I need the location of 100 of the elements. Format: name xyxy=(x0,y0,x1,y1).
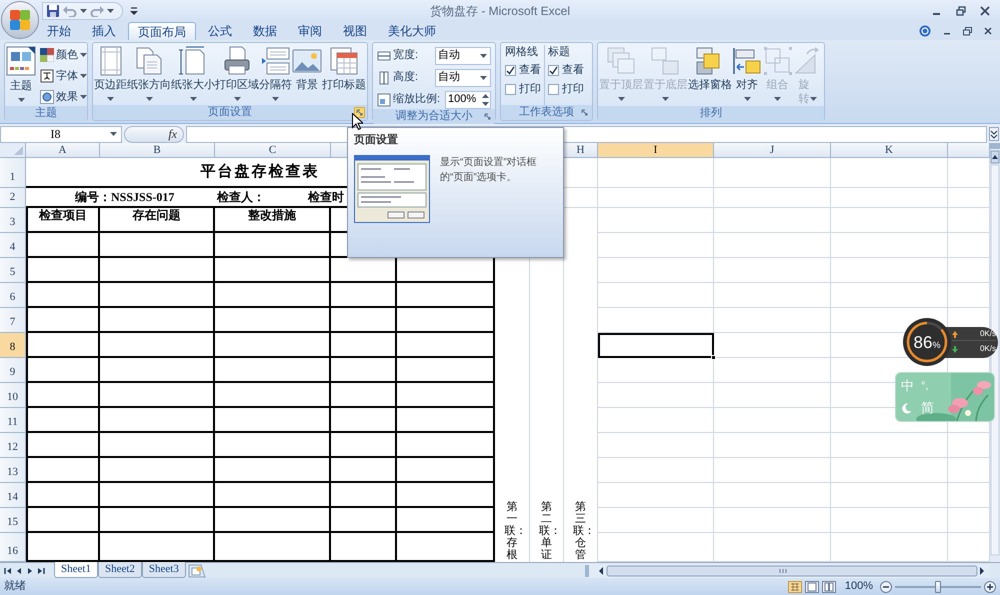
table-cell[interactable] xyxy=(26,308,100,333)
table-cell[interactable] xyxy=(26,408,100,433)
ribbon-tab[interactable]: 插入 xyxy=(83,22,125,40)
row-header[interactable]: 7 xyxy=(0,308,26,333)
checkbox-label[interactable]: 查看 xyxy=(562,62,584,78)
sheet-tab[interactable]: Sheet3 xyxy=(142,562,186,578)
row-header[interactable]: 5 xyxy=(0,258,26,283)
close-icon[interactable] xyxy=(980,6,990,16)
horizontal-scrollbar[interactable] xyxy=(585,564,990,578)
checkbox-label[interactable]: 打印 xyxy=(562,80,584,98)
table-cell[interactable] xyxy=(215,283,331,308)
table-cell[interactable] xyxy=(331,283,397,308)
checkbox-label[interactable]: 查看 xyxy=(519,62,541,78)
ribbon-button[interactable]: 背景 xyxy=(292,45,322,105)
next-sheet-icon[interactable] xyxy=(26,566,34,574)
ribbon-button[interactable]: 颜色 xyxy=(40,46,87,64)
table-cell[interactable] xyxy=(331,333,397,358)
previous-sheet-icon[interactable] xyxy=(15,566,23,574)
ribbon-button[interactable]: 对齐 xyxy=(732,45,762,106)
table-cell[interactable] xyxy=(397,458,495,483)
table-cell[interactable] xyxy=(331,383,397,408)
ribbon-tab[interactable]: 美化大师 xyxy=(379,22,445,40)
table-cell[interactable] xyxy=(100,283,215,308)
column-header[interactable]: B xyxy=(100,143,215,158)
dropdown-field[interactable]: 自动 xyxy=(435,46,491,64)
column-header[interactable]: I xyxy=(598,143,714,158)
table-cell[interactable] xyxy=(100,383,215,408)
table-cell[interactable] xyxy=(215,358,331,383)
table-cell[interactable] xyxy=(100,408,215,433)
table-cell[interactable] xyxy=(215,233,331,258)
checkbox[interactable] xyxy=(548,64,559,76)
checkbox[interactable] xyxy=(505,84,516,94)
ribbon-tab[interactable]: 开始 xyxy=(38,22,80,40)
spin-box[interactable]: 100% xyxy=(445,90,491,108)
table-cell[interactable] xyxy=(100,433,215,458)
first-sheet-icon[interactable] xyxy=(4,566,12,574)
page-break-preview-icon[interactable] xyxy=(822,580,836,592)
table-cell[interactable] xyxy=(331,458,397,483)
table-cell[interactable] xyxy=(26,358,100,383)
ribbon-button[interactable]: 效果 xyxy=(40,88,87,106)
sheet-tab[interactable]: Sheet1 xyxy=(54,562,98,578)
ribbon-button[interactable]: 打印标题 xyxy=(322,45,366,105)
row-header[interactable]: 12 xyxy=(0,433,26,458)
table-cell[interactable] xyxy=(26,508,100,533)
column-header[interactable]: K xyxy=(831,143,948,158)
table-cell[interactable] xyxy=(331,308,397,333)
table-cell[interactable] xyxy=(397,408,495,433)
row-header[interactable]: 6 xyxy=(0,283,26,308)
fill-handle[interactable] xyxy=(711,355,716,360)
table-cell[interactable] xyxy=(215,458,331,483)
table-cell[interactable] xyxy=(331,358,397,383)
checkbox[interactable] xyxy=(505,64,516,76)
ribbon-tab[interactable]: 视图 xyxy=(334,22,376,40)
table-cell[interactable] xyxy=(397,333,495,358)
table-cell[interactable]: 存在问题 xyxy=(100,208,215,233)
row-header[interactable]: 8 xyxy=(0,333,26,358)
table-cell[interactable] xyxy=(100,308,215,333)
table-cell[interactable] xyxy=(100,458,215,483)
table-cell[interactable] xyxy=(397,508,495,533)
table-cell[interactable] xyxy=(100,333,215,358)
row-header[interactable]: 16 xyxy=(0,533,26,562)
dropdown-field[interactable]: 自动 xyxy=(435,68,491,86)
table-cell[interactable] xyxy=(100,258,215,283)
table-cell[interactable] xyxy=(331,508,397,533)
row-header[interactable]: 13 xyxy=(0,458,26,483)
function-button[interactable]: fx xyxy=(124,126,184,142)
table-cell[interactable] xyxy=(397,483,495,508)
table-cell[interactable] xyxy=(215,408,331,433)
table-cell[interactable]: 检查项目 xyxy=(26,208,100,233)
restore-icon[interactable] xyxy=(963,26,972,36)
column-header[interactable]: H xyxy=(564,143,598,158)
page-layout-view-icon[interactable] xyxy=(804,580,819,592)
row-header[interactable]: 3 xyxy=(0,208,26,233)
last-sheet-icon[interactable] xyxy=(37,566,45,574)
table-cell[interactable] xyxy=(397,433,495,458)
row-header[interactable]: 11 xyxy=(0,408,26,433)
row-header[interactable]: 9 xyxy=(0,358,26,383)
table-cell[interactable] xyxy=(331,433,397,458)
table-cell[interactable] xyxy=(100,358,215,383)
zoom-slider[interactable] xyxy=(895,580,981,592)
table-cell[interactable] xyxy=(26,333,100,358)
table-cell[interactable] xyxy=(215,383,331,408)
table-cell[interactable] xyxy=(215,308,331,333)
zoom-out-icon[interactable] xyxy=(880,580,892,592)
table-cell[interactable] xyxy=(100,233,215,258)
ribbon-button[interactable]: 纸张大小 xyxy=(171,45,215,105)
checkbox-label[interactable]: 打印 xyxy=(519,80,541,98)
ribbon-button[interactable]: 字体 xyxy=(40,67,87,85)
table-cell[interactable] xyxy=(397,383,495,408)
slider-thumb[interactable] xyxy=(935,580,941,592)
table-cell[interactable] xyxy=(215,483,331,508)
table-cell[interactable] xyxy=(215,433,331,458)
ribbon-tab[interactable]: 审阅 xyxy=(289,22,331,40)
table-cell[interactable] xyxy=(26,258,100,283)
table-cell[interactable]: 整改措施 xyxy=(215,208,331,233)
ribbon-button[interactable]: 纸张方向 xyxy=(127,45,171,105)
table-cell[interactable] xyxy=(26,283,100,308)
ribbon-button[interactable]: 选择窗格 xyxy=(688,45,732,106)
table-cell[interactable] xyxy=(26,383,100,408)
name-box[interactable]: I8 xyxy=(0,126,122,142)
